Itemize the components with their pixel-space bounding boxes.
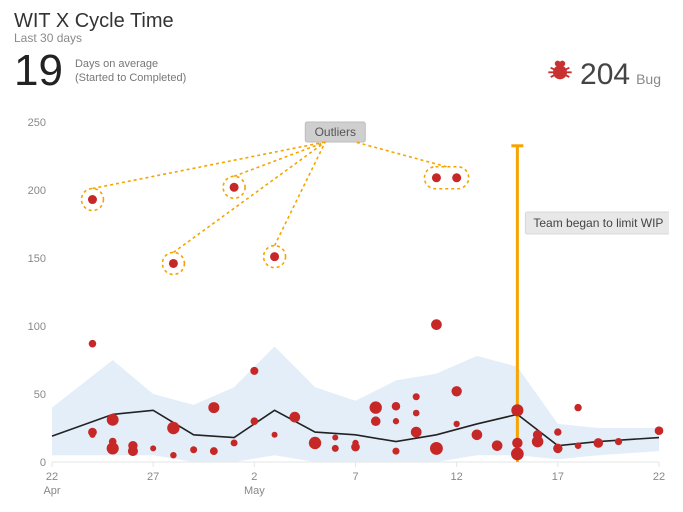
kpi-caption: Days on average (Started to Completed) xyxy=(75,57,186,86)
svg-text:May: May xyxy=(244,485,265,497)
svg-text:7: 7 xyxy=(352,471,358,483)
chart-svg: 0 50 100 150 200 250 22 Apr 27 2 May 7 12 17 22 Team be… xyxy=(14,118,669,502)
kpi-caption-line2: (Started to Completed) xyxy=(75,71,186,85)
svg-text:200: 200 xyxy=(28,185,46,197)
svg-text:150: 150 xyxy=(28,253,46,265)
svg-text:0: 0 xyxy=(40,457,46,469)
svg-text:22: 22 xyxy=(653,471,665,483)
svg-text:2: 2 xyxy=(251,471,257,483)
card-title: WIT X Cycle Time xyxy=(14,10,669,33)
svg-text:Team began to limit WIP: Team began to limit WIP xyxy=(533,216,663,230)
svg-text:100: 100 xyxy=(28,321,46,333)
svg-text:250: 250 xyxy=(28,118,46,129)
svg-text:27: 27 xyxy=(147,471,159,483)
svg-text:22: 22 xyxy=(46,471,58,483)
svg-text:Apr: Apr xyxy=(43,485,60,497)
legend: 204 Bug xyxy=(546,56,661,92)
card-subtitle: Last 30 days xyxy=(14,31,669,45)
legend-label: Bug xyxy=(636,71,661,87)
svg-text:17: 17 xyxy=(552,471,564,483)
kpi-caption-line1: Days on average xyxy=(75,57,186,71)
cycle-time-card: WIT X Cycle Time Last 30 days 19 Days on… xyxy=(0,0,683,512)
kpi-value: 19 xyxy=(14,49,63,93)
legend-count: 204 xyxy=(580,58,630,92)
svg-text:50: 50 xyxy=(34,389,46,401)
svg-text:Outliers: Outliers xyxy=(315,125,356,139)
chart: 0 50 100 150 200 250 22 Apr 27 2 May 7 12 17 22 Team be… xyxy=(14,118,669,502)
svg-text:12: 12 xyxy=(451,471,463,483)
bug-icon xyxy=(546,56,574,84)
